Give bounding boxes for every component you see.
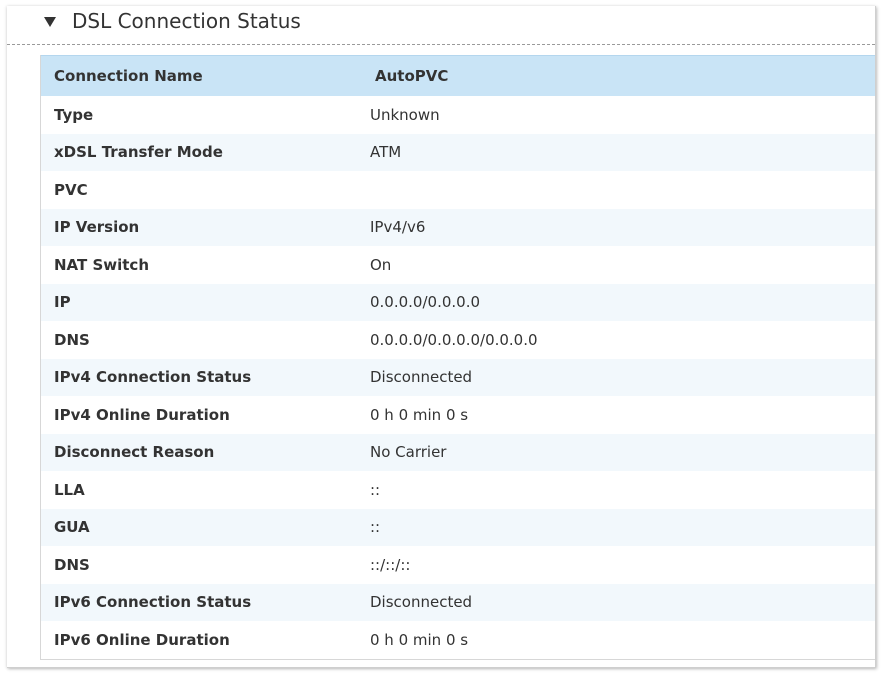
- table-row: IP 0.0.0.0/0.0.0.0: [41, 283, 875, 321]
- table-row: xDSL Transfer Mode ATM: [41, 133, 875, 171]
- row-label: DNS: [54, 555, 90, 574]
- table-row: NAT Switch On: [41, 246, 875, 284]
- row-value: 0 h 0 min 0 s: [370, 630, 469, 649]
- table-row: Type Unknown: [41, 96, 875, 134]
- row-label: IPv4 Online Duration: [54, 405, 230, 424]
- row-value: 0.0.0.0/0.0.0.0/0.0.0.0: [370, 330, 538, 349]
- row-label: DNS: [54, 330, 90, 349]
- table-row: IPv4 Online Duration 0 h 0 min 0 s: [41, 396, 875, 434]
- row-value: Disconnected: [370, 593, 473, 612]
- row-value: ATM: [370, 143, 402, 162]
- row-value: Unknown: [370, 105, 440, 124]
- row-label: Type: [54, 105, 94, 124]
- row-label: IP Version: [54, 218, 140, 237]
- status-panel: DSL Connection Status Connection Name Au…: [7, 6, 876, 668]
- row-label: IPv6 Online Duration: [54, 630, 230, 649]
- row-value: ::: [370, 480, 381, 499]
- row-value: No Carrier: [370, 443, 447, 462]
- row-label: Disconnect Reason: [54, 443, 215, 462]
- triangle-down-icon[interactable]: [43, 15, 57, 29]
- table-row: IP Version IPv4/v6: [41, 208, 875, 246]
- row-value: IPv4/v6: [370, 218, 426, 237]
- table-row: GUA ::: [41, 508, 875, 546]
- status-table: Connection Name AutoPVC Type Unknown xDS…: [40, 55, 875, 660]
- table-row: IPv6 Online Duration 0 h 0 min 0 s: [41, 621, 875, 659]
- row-value: 0.0.0.0/0.0.0.0: [370, 293, 481, 312]
- row-label: IPv6 Connection Status: [54, 593, 252, 612]
- table-row: DNS ::/::/::: [41, 546, 875, 584]
- table-row: IPv4 Connection Status Disconnected: [41, 358, 875, 396]
- table-row: IPv6 Connection Status Disconnected: [41, 583, 875, 621]
- header-value: AutoPVC: [375, 67, 449, 85]
- row-value: Disconnected: [370, 368, 473, 387]
- header-label: Connection Name: [54, 67, 203, 85]
- row-label: PVC: [54, 180, 88, 199]
- table-header-row: Connection Name AutoPVC: [41, 55, 875, 96]
- row-label: IPv4 Connection Status: [54, 368, 252, 387]
- row-value: 0 h 0 min 0 s: [370, 405, 469, 424]
- row-label: NAT Switch: [54, 255, 149, 274]
- table-row: Disconnect Reason No Carrier: [41, 433, 875, 471]
- table-row: LLA ::: [41, 471, 875, 509]
- row-value: ::: [370, 518, 381, 537]
- row-label: xDSL Transfer Mode: [54, 143, 223, 162]
- row-label: GUA: [54, 518, 90, 537]
- row-label: IP: [54, 293, 71, 312]
- row-label: LLA: [54, 480, 85, 499]
- table-row: DNS 0.0.0.0/0.0.0.0/0.0.0.0: [41, 321, 875, 359]
- row-value: On: [370, 255, 392, 274]
- table-row: PVC: [41, 171, 875, 209]
- section-title: DSL Connection Status: [72, 9, 301, 33]
- row-value: ::/::/::: [370, 555, 411, 574]
- section-header[interactable]: DSL Connection Status: [7, 6, 875, 45]
